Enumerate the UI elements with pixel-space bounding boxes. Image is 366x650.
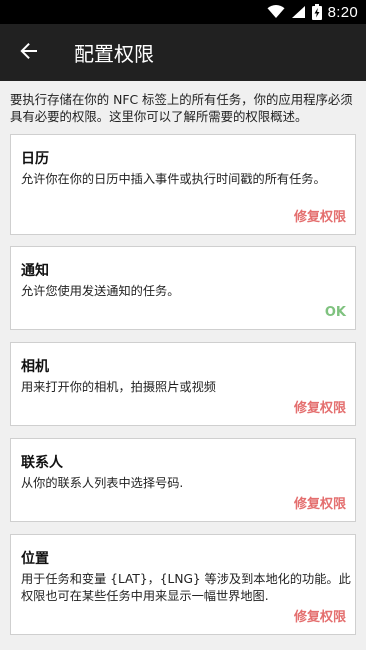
permission-card-location: 位置 用于任务和变量 {LAT}，{LNG} 等涉及到本地化的功能。此权限也可在… xyxy=(10,534,356,635)
wifi-icon xyxy=(267,5,285,19)
arrow-back-icon xyxy=(20,42,38,64)
permission-title: 通知 xyxy=(21,263,49,279)
signal-icon xyxy=(291,5,306,19)
fix-permission-button[interactable]: 修复权限 xyxy=(294,206,346,225)
permission-description: 用于任务和变量 {LAT}，{LNG} 等涉及到本地化的功能。此权限也可在某些任… xyxy=(21,572,351,603)
ok-status: OK xyxy=(324,305,346,320)
permission-title: 日历 xyxy=(21,151,49,167)
permission-title: 相机 xyxy=(21,359,49,375)
page-title: 配置权限 xyxy=(74,42,154,66)
clock: 8:20 xyxy=(327,3,358,21)
fix-permission-button[interactable]: 修复权限 xyxy=(294,493,346,512)
status-bar: 8:20 xyxy=(0,0,366,24)
permission-description: 允许你在你的日历中插入事件或执行时间戳的所有任务。 xyxy=(21,172,326,186)
permission-description: 用来打开你的相机，拍摄照片或视频 xyxy=(21,380,216,394)
permission-title: 联系人 xyxy=(21,455,63,471)
permission-description: 允许您使用发送通知的任务。 xyxy=(21,284,180,298)
permission-card-notification: 通知 允许您使用发送通知的任务。 OK xyxy=(10,246,356,330)
permission-description: 从你的联系人列表中选择号码. xyxy=(21,476,184,490)
fix-permission-button[interactable]: 修复权限 xyxy=(294,606,346,625)
app-bar: 配置权限 xyxy=(0,24,366,81)
battery-charging-icon xyxy=(311,4,322,20)
permission-card-calendar: 日历 允许你在你的日历中插入事件或执行时间戳的所有任务。 修复权限 xyxy=(10,134,356,235)
back-button[interactable] xyxy=(0,24,58,81)
intro-text: 要执行存储在你的 NFC 标签上的所有任务，你的应用程序必须具有必要的权限。这里… xyxy=(10,92,353,124)
permission-card-contacts: 联系人 从你的联系人列表中选择号码. 修复权限 xyxy=(10,438,356,522)
permission-title: 位置 xyxy=(21,551,49,567)
permission-card-camera: 相机 用来打开你的相机，拍摄照片或视频 修复权限 xyxy=(10,342,356,426)
fix-permission-button[interactable]: 修复权限 xyxy=(294,397,346,416)
